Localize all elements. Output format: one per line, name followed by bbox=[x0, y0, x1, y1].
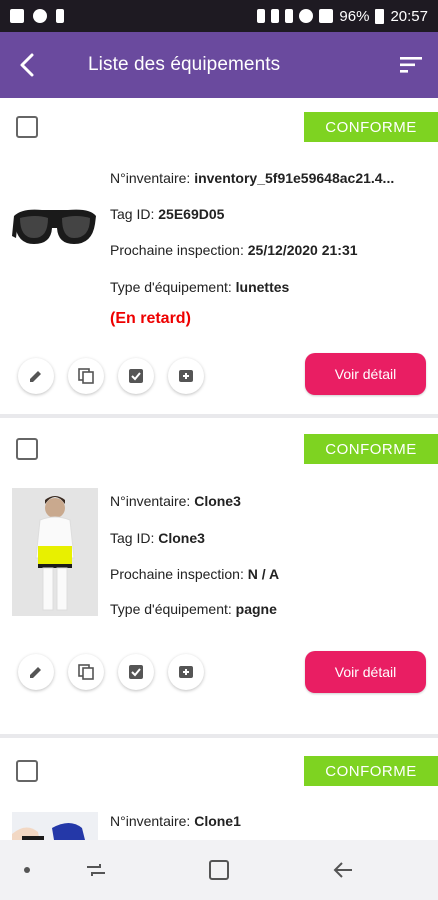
equipment-info: N°inventaire: inventory_5f91e59648ac21.4… bbox=[110, 98, 432, 338]
bluetooth-icon bbox=[271, 9, 280, 23]
inventory-row: N°inventaire: Clone3 bbox=[110, 493, 241, 509]
select-checkbox[interactable] bbox=[16, 760, 38, 782]
inspection-label: Prochaine inspection: bbox=[110, 242, 248, 258]
inspection-row: Prochaine inspection: 25/12/2020 21:31 bbox=[110, 242, 358, 258]
inventory-value: Clone3 bbox=[194, 493, 241, 509]
equipment-info: N°inventaire: Clone3 Tag ID: Clone3 Proc… bbox=[110, 418, 432, 658]
inventory-label: N°inventaire: bbox=[110, 170, 195, 186]
type-label: Type d'équipement: bbox=[110, 601, 236, 617]
type-value: pagne bbox=[235, 601, 277, 617]
mute-icon bbox=[285, 9, 294, 23]
tag-value: Clone3 bbox=[158, 530, 205, 546]
wifi-icon bbox=[299, 9, 314, 23]
home-button[interactable] bbox=[209, 860, 229, 880]
clock: 20:57 bbox=[390, 7, 428, 25]
tag-row: Tag ID: 25E69D05 bbox=[110, 206, 224, 222]
type-label: Type d'équipement: bbox=[110, 279, 236, 295]
edit-icon bbox=[30, 667, 41, 678]
sort-icon bbox=[400, 57, 422, 73]
status-bar: 96% 20:57 bbox=[0, 0, 438, 32]
archive-icon bbox=[179, 370, 193, 382]
copy-icon bbox=[78, 664, 94, 680]
card-actions bbox=[18, 654, 204, 690]
recent-apps-icon bbox=[87, 864, 105, 876]
checkbox-checked-icon bbox=[129, 369, 143, 383]
back-arrow-icon bbox=[333, 862, 352, 878]
view-detail-button[interactable]: Voir détail bbox=[305, 651, 426, 693]
select-checkbox[interactable] bbox=[16, 438, 38, 460]
type-value: lunettes bbox=[235, 279, 290, 295]
select-checkbox[interactable] bbox=[16, 116, 38, 138]
person-notification-icon bbox=[56, 9, 64, 23]
inspection-value: N / A bbox=[247, 566, 280, 582]
tag-label: Tag ID: bbox=[110, 530, 159, 546]
equipment-info: N°inventaire: Clone1 bbox=[110, 738, 432, 840]
validate-button[interactable] bbox=[118, 358, 154, 394]
late-warning: (En retard) bbox=[110, 310, 191, 327]
glasses-image bbox=[12, 194, 98, 264]
nfc-icon bbox=[257, 9, 266, 23]
equipment-card: CONFORME N°inventaire: Clone3 Tag ID: Cl… bbox=[0, 418, 438, 734]
copy-icon bbox=[78, 368, 94, 384]
inspection-row: Prochaine inspection: N / A bbox=[110, 566, 279, 582]
battery-icon bbox=[375, 8, 385, 24]
inventory-row: N°inventaire: Clone1 bbox=[110, 813, 241, 829]
edit-button[interactable] bbox=[18, 654, 54, 690]
equipment-card: CONFORME N°inventaire: inventory_5f91e59… bbox=[0, 98, 438, 414]
tag-label: Tag ID: bbox=[110, 206, 159, 222]
page-title: Liste des équipements bbox=[88, 54, 281, 75]
checkbox-checked-icon bbox=[129, 665, 143, 679]
equipment-list: CONFORME N°inventaire: inventory_5f91e59… bbox=[0, 98, 438, 840]
tag-row: Tag ID: Clone3 bbox=[110, 530, 205, 546]
inventory-value: Clone1 bbox=[194, 813, 241, 829]
inventory-label: N°inventaire: bbox=[110, 493, 195, 509]
apron-person-image bbox=[12, 488, 98, 616]
chevron-left-icon bbox=[20, 53, 34, 77]
battery-percent: 96% bbox=[339, 7, 370, 25]
back-button[interactable] bbox=[0, 32, 54, 98]
archive-button[interactable] bbox=[168, 358, 204, 394]
inspection-value: 25/12/2020 21:31 bbox=[247, 242, 358, 258]
gloves-image bbox=[12, 812, 98, 840]
archive-icon bbox=[179, 666, 193, 678]
validate-button[interactable] bbox=[118, 654, 154, 690]
copy-button[interactable] bbox=[68, 358, 104, 394]
inventory-row: N°inventaire: inventory_5f91e59648ac21.4… bbox=[110, 170, 394, 186]
archive-button[interactable] bbox=[168, 654, 204, 690]
edit-icon bbox=[30, 371, 41, 382]
type-row: Type d'équipement: pagne bbox=[110, 601, 277, 617]
gallery-notification-icon bbox=[10, 9, 24, 23]
system-back-button[interactable] bbox=[332, 858, 356, 887]
card-actions bbox=[18, 358, 204, 394]
assistant-dot-icon[interactable] bbox=[24, 867, 30, 873]
system-navigation-bar bbox=[0, 840, 438, 900]
view-detail-button[interactable]: Voir détail bbox=[305, 353, 426, 395]
inventory-label: N°inventaire: bbox=[110, 813, 195, 829]
equipment-card: CONFORME N°inventaire: Clone1 bbox=[0, 738, 438, 840]
inspection-label: Prochaine inspection: bbox=[110, 566, 248, 582]
edit-button[interactable] bbox=[18, 358, 54, 394]
sort-button[interactable] bbox=[398, 52, 424, 78]
app-bar: Liste des équipements bbox=[0, 32, 438, 98]
inventory-value: inventory_5f91e59648ac21.4... bbox=[194, 170, 395, 186]
pinwheel-notification-icon bbox=[33, 9, 47, 23]
recent-apps-button[interactable] bbox=[84, 858, 108, 887]
signal-icon bbox=[319, 9, 334, 23]
tag-value: 25E69D05 bbox=[158, 206, 225, 222]
copy-button[interactable] bbox=[68, 654, 104, 690]
type-row: Type d'équipement: lunettes bbox=[110, 279, 289, 295]
